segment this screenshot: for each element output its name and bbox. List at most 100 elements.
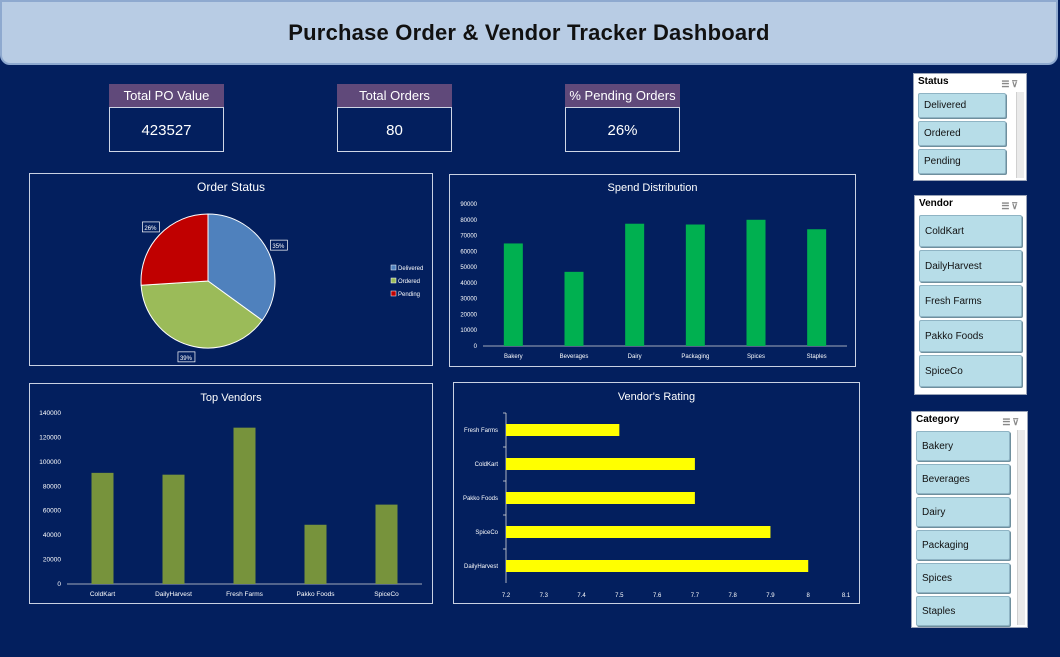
slicer-item-spices[interactable]: Spices <box>916 563 1010 593</box>
slicer-item-staples[interactable]: Staples <box>916 596 1010 626</box>
x-tick-label: 7.6 <box>653 593 662 599</box>
bar <box>625 223 645 346</box>
spend-distribution-chart[interactable]: Spend Distribution 0 10000 20000 30000 40000… <box>449 174 856 367</box>
y-tick-label: 10000 <box>460 328 477 334</box>
legend-swatch <box>390 290 397 297</box>
slicer-item-pakko-foods[interactable]: Pakko Foods <box>919 320 1022 352</box>
kpi-label: Total PO Value <box>109 84 224 107</box>
slicer-item-coldkart[interactable]: ColdKart <box>919 215 1022 247</box>
data-label: 35% <box>272 244 285 250</box>
x-tick-label: Dairy <box>628 354 642 360</box>
bar <box>162 474 185 584</box>
x-tick-label: Packaging <box>681 354 709 360</box>
x-tick-label: Spices <box>747 354 765 360</box>
y-tick-label: 40000 <box>460 281 477 287</box>
y-tick-label: 80000 <box>460 218 477 224</box>
y-tick-label: 120000 <box>39 434 61 441</box>
x-tick-label: Staples <box>807 354 827 360</box>
y-tick-label: Pakko Foods <box>463 496 498 502</box>
x-tick-label: 7.3 <box>540 593 549 599</box>
slicer-item-pending[interactable]: Pending <box>918 149 1006 174</box>
x-tick-label: Fresh Farms <box>226 591 264 598</box>
y-tick-label: 80000 <box>43 483 61 490</box>
legend-label: Pending <box>398 292 420 298</box>
x-tick-label: 7.8 <box>728 593 737 599</box>
order-status-chart[interactable]: Order Status 35% 39% 26% Delivered Ordered Pe… <box>29 173 433 366</box>
kpi-value: 26% <box>565 107 680 152</box>
multiselect-and-clear-filter-icon[interactable]: ☰⊽ <box>1002 414 1021 430</box>
multiselect-and-clear-filter-icon[interactable]: ☰⊽ <box>1001 76 1020 92</box>
x-tick-label: 7.9 <box>766 593 775 599</box>
page-title: Purchase Order & Vendor Tracker Dashboar… <box>288 19 770 45</box>
pie-chart-svg: 35% 39% 26% Delivered Ordered Pending <box>140 213 423 363</box>
multiselect-and-clear-filter-icon[interactable]: ☰⊽ <box>1001 198 1020 214</box>
x-tick-label: Bakery <box>504 354 523 360</box>
y-tick-label: 70000 <box>460 234 477 240</box>
spend-chart-svg: 0 10000 20000 30000 40000 50000 60000 70000 8000… <box>460 202 847 360</box>
slicer-item-dairy[interactable]: Dairy <box>916 497 1010 527</box>
vendor-slicer[interactable]: Vendor ☰⊽ ColdKart DailyHarvest Fresh Fa… <box>914 195 1027 395</box>
data-label: 39% <box>180 356 193 362</box>
legend-swatch <box>390 277 397 284</box>
kpi-total-orders: Total Orders 80 <box>337 84 452 152</box>
x-tick-label: ColdKart <box>90 591 115 598</box>
y-tick-label: 40000 <box>43 532 61 539</box>
slicer-item-delivered[interactable]: Delivered <box>918 93 1006 118</box>
bar <box>506 424 620 436</box>
slicer-title: Vendor <box>919 198 953 209</box>
y-tick-label: SpiceCo <box>475 530 498 536</box>
y-tick-label: 60000 <box>460 249 477 255</box>
x-tick-label: SpiceCo <box>374 591 399 598</box>
bar <box>503 243 523 346</box>
y-tick-label: 30000 <box>460 297 477 303</box>
slicer-item-bakery[interactable]: Bakery <box>916 431 1010 461</box>
slicer-scrollbar[interactable] <box>1016 92 1024 178</box>
slicer-item-dailyharvest[interactable]: DailyHarvest <box>919 250 1022 282</box>
slicer-item-spiceco[interactable]: SpiceCo <box>919 355 1022 387</box>
rating-chart-svg: Fresh Farms ColdKart Pakko Foods SpiceCo Dai… <box>463 412 851 599</box>
status-slicer[interactable]: Status ☰⊽ Delivered Ordered Pending <box>913 73 1027 181</box>
x-tick-label: 7.2 <box>502 593 511 599</box>
x-tick-label: 8.1 <box>842 593 851 599</box>
x-tick-label: 8 <box>807 593 811 599</box>
dashboard-header: Purchase Order & Vendor Tracker Dashboar… <box>0 0 1058 65</box>
top-vendors-chart[interactable]: Top Vendors 0 20000 40000 60000 80000 100000 1… <box>29 383 433 604</box>
slicer-scrollbar[interactable] <box>1017 430 1025 625</box>
y-tick-label: ColdKart <box>475 462 499 468</box>
x-tick-label: Pakko Foods <box>297 591 336 598</box>
slicer-item-beverages[interactable]: Beverages <box>916 464 1010 494</box>
category-slicer[interactable]: Category ☰⊽ Bakery Beverages Dairy Packa… <box>911 411 1028 628</box>
slicer-item-packaging[interactable]: Packaging <box>916 530 1010 560</box>
slicer-title: Category <box>916 414 960 425</box>
bar <box>506 492 695 504</box>
kpi-total-po-value: Total PO Value 423527 <box>109 84 224 152</box>
y-tick-label: 20000 <box>43 557 61 564</box>
bar <box>91 472 114 584</box>
legend-label: Ordered <box>398 279 420 285</box>
bar <box>304 524 327 584</box>
y-tick-label: Fresh Farms <box>464 428 498 434</box>
legend-swatch <box>390 264 397 271</box>
x-tick-label: Beverages <box>560 354 589 360</box>
bar <box>685 224 705 346</box>
y-tick-label: 100000 <box>39 459 61 466</box>
slicer-title: Status <box>918 76 949 87</box>
slicer-item-fresh-farms[interactable]: Fresh Farms <box>919 285 1022 317</box>
bar <box>564 271 584 346</box>
kpi-label: % Pending Orders <box>565 84 680 107</box>
x-tick-label: 7.5 <box>615 593 624 599</box>
y-tick-label: 50000 <box>460 265 477 271</box>
data-label: 26% <box>144 226 157 232</box>
legend-label: Delivered <box>398 266 423 272</box>
slicer-item-ordered[interactable]: Ordered <box>918 121 1006 146</box>
y-tick-label: DailyHarvest <box>464 564 498 570</box>
bar <box>506 458 695 470</box>
kpi-label: Total Orders <box>337 84 452 107</box>
slicer-header: Vendor ☰⊽ <box>915 196 1026 212</box>
kpi-value: 423527 <box>109 107 224 152</box>
vendor-rating-chart[interactable]: Vendor's Rating Fresh Farms ColdKart Pakko… <box>453 382 860 604</box>
y-tick-label: 0 <box>57 581 61 588</box>
y-tick-label: 60000 <box>43 508 61 515</box>
y-tick-label: 90000 <box>460 202 477 208</box>
kpi-pending-orders: % Pending Orders 26% <box>565 84 680 152</box>
